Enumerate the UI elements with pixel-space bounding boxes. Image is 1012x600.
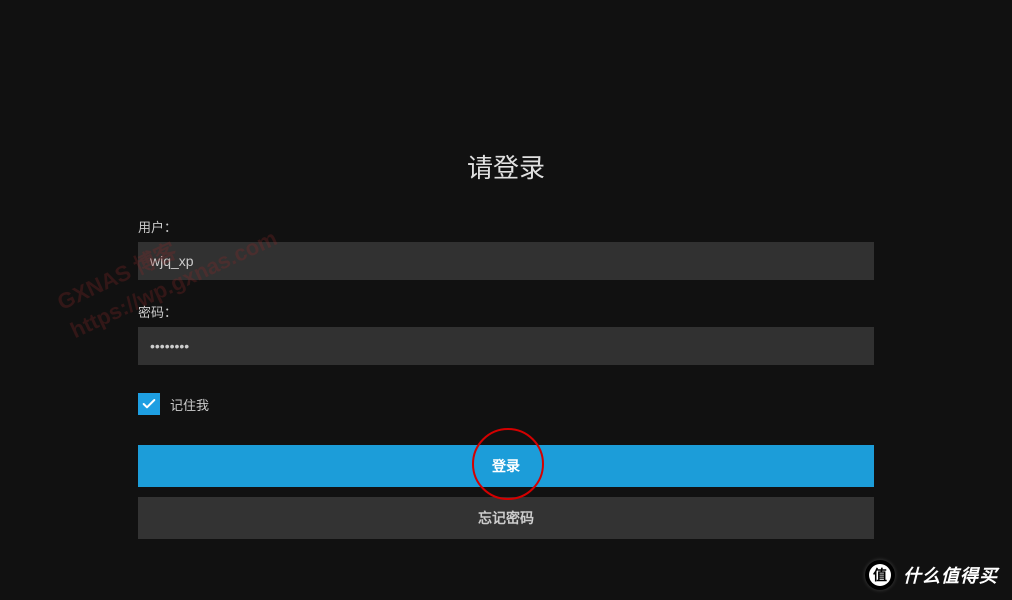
remember-row: 记住我 (138, 393, 874, 415)
username-label: 用户： (138, 217, 874, 236)
login-button-label: 登录 (492, 456, 520, 476)
password-group: 密码： (138, 302, 874, 365)
checkmark-icon (141, 396, 157, 412)
page-title: 请登录 (138, 148, 874, 185)
password-input[interactable] (138, 327, 874, 365)
forgot-button-label: 忘记密码 (478, 508, 534, 528)
promo-badge: 值 (865, 560, 895, 590)
remember-label: 记住我 (170, 395, 209, 414)
password-label: 密码： (138, 302, 874, 321)
username-input[interactable] (138, 242, 874, 280)
login-button[interactable]: 登录 (138, 445, 874, 487)
remember-checkbox[interactable] (138, 393, 160, 415)
footer-promo: 值 什么值得买 (865, 560, 998, 590)
username-group: 用户： (138, 217, 874, 280)
login-container: 请登录 用户： 密码： 记住我 登录 忘记密码 (138, 0, 874, 539)
promo-text: 什么值得买 (903, 562, 998, 588)
forgot-password-button[interactable]: 忘记密码 (138, 497, 874, 539)
promo-badge-char: 值 (869, 564, 891, 586)
